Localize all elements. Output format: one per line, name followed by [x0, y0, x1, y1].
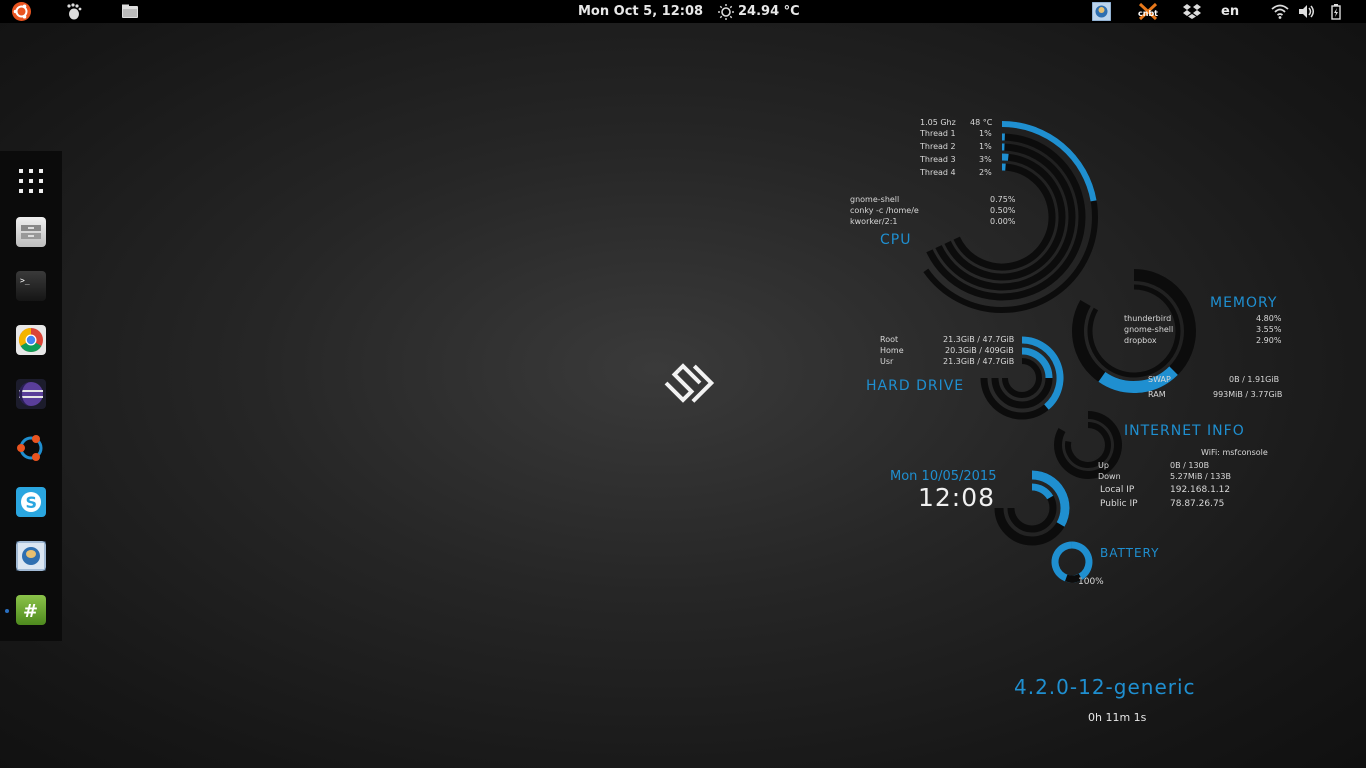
- cpu-process-1-name: gnome-shell: [850, 195, 900, 204]
- net-up-label: Up: [1098, 461, 1109, 470]
- battery-icon[interactable]: [1327, 3, 1345, 20]
- gnome-foot-icon[interactable]: [65, 3, 83, 20]
- svg-text:>_: >_: [20, 276, 30, 285]
- cpu-thread-4-label: Thread 4: [920, 168, 956, 177]
- conky-rings: [923, 121, 1196, 583]
- volume-icon[interactable]: [1298, 3, 1316, 20]
- net-down-label: Down: [1098, 472, 1121, 481]
- conky-date: Mon 10/05/2015: [890, 469, 997, 484]
- dock: >_ S #: [0, 151, 62, 641]
- cpu-process-2-value: 0.50%: [990, 206, 1016, 215]
- cpu-thread-2-label: Thread 2: [920, 142, 956, 151]
- weather-temperature[interactable]: 24.94 °C: [738, 0, 800, 23]
- swap-value: 0B / 1.91GiB: [1229, 375, 1280, 384]
- cpu-thread-1-label: Thread 1: [920, 129, 956, 138]
- clock-ring-track: [994, 470, 1070, 546]
- net-ring-track: [1054, 411, 1122, 479]
- indicator-label: cnbt: [1138, 9, 1158, 18]
- folder-icon[interactable]: [121, 3, 139, 20]
- cpu-thread-2-value: 1%: [979, 142, 992, 151]
- internet-info-heading: INTERNET INFO: [1124, 423, 1245, 439]
- memory-process-1-value: 4.80%: [1256, 314, 1282, 323]
- drive-home-name: Home: [880, 346, 904, 355]
- thunderbird-icon[interactable]: [16, 541, 46, 571]
- clock-ring: [1031, 470, 1070, 527]
- clock-ring-2-track: [1007, 483, 1057, 533]
- cpu-thread-3-value: 3%: [979, 155, 992, 164]
- show-applications-icon[interactable]: [16, 166, 46, 196]
- cpu-thread-1-value: 1%: [979, 129, 992, 138]
- memory-process-1-name: thunderbird: [1124, 314, 1172, 323]
- top-panel: Mon Oct 5, 12:08 24.94 °C cnbt en: [0, 0, 1366, 23]
- ram-value: 993MiB / 3.77GiB: [1213, 390, 1283, 399]
- battery-ring: [1051, 541, 1093, 583]
- eclipse-icon[interactable]: [16, 379, 46, 409]
- hdd-ring-2: [1021, 347, 1053, 379]
- drive-usr-name: Usr: [880, 357, 894, 366]
- net-up-value: 0B / 130B: [1170, 461, 1210, 470]
- keyboard-language[interactable]: en: [1221, 0, 1239, 23]
- public-ip-value: 78.87.26.75: [1170, 499, 1225, 509]
- memory-process-2-name: gnome-shell: [1124, 325, 1174, 334]
- hexchat-icon[interactable]: #: [16, 595, 46, 625]
- cpu-frequency: 1.05 Ghz: [920, 118, 956, 127]
- local-ip-label: Local IP: [1100, 485, 1135, 495]
- hdd-ring-3-track: [1002, 358, 1042, 398]
- ubuntu-logo-icon[interactable]: [12, 2, 31, 21]
- desktop-logo-icon: [664, 363, 715, 403]
- clock-ring-2: [1031, 483, 1054, 500]
- battery-heading: BATTERY: [1100, 546, 1160, 560]
- net-down-value: 5.27MiB / 133B: [1170, 472, 1231, 481]
- battery-percent: 100%: [1078, 577, 1104, 587]
- weather-sun-icon[interactable]: [717, 3, 735, 20]
- local-ip-value: 192.168.1.12: [1170, 485, 1231, 495]
- cpu-process-2-name: conky -c /home/e: [850, 206, 919, 215]
- swap-label: SWAP: [1148, 375, 1171, 384]
- svg-text:#: #: [23, 601, 38, 622]
- running-indicator: [5, 609, 9, 613]
- ubuntu-software-icon[interactable]: [16, 433, 46, 463]
- cpu-thread-3-label: Thread 3: [920, 155, 956, 164]
- drive-root-name: Root: [880, 335, 899, 344]
- memory-process-2-value: 3.55%: [1256, 325, 1282, 334]
- conky-time: 12:08: [918, 483, 996, 512]
- cpu-thread-4-value: 2%: [979, 168, 992, 177]
- files-icon[interactable]: [16, 217, 46, 247]
- memory-process-3-name: dropbox: [1124, 336, 1157, 345]
- dropbox-icon[interactable]: [1183, 3, 1201, 20]
- kernel-version: 4.2.0-12-generic: [1014, 675, 1196, 699]
- thunderbird-tray-icon[interactable]: [1092, 2, 1111, 21]
- drive-root-value: 21.3GiB / 47.7GiB: [943, 335, 1015, 344]
- chrome-icon[interactable]: [16, 325, 46, 355]
- cpu-process-3-value: 0.00%: [990, 217, 1016, 226]
- wifi-icon[interactable]: [1271, 3, 1289, 20]
- cpu-ring-load: [1001, 121, 1097, 202]
- svg-text:S: S: [26, 493, 38, 512]
- public-ip-label: Public IP: [1100, 499, 1138, 509]
- hard-drive-heading: HARD DRIVE: [866, 378, 965, 394]
- drive-home-value: 20.3GiB / 409GiB: [945, 346, 1014, 355]
- hdd-ring-used: [1021, 336, 1064, 410]
- cpu-temperature: 48 °C: [970, 118, 993, 127]
- cpu-process-1-value: 0.75%: [990, 195, 1016, 204]
- uptime: 0h 11m 1s: [1088, 711, 1147, 724]
- memory-process-3-value: 2.90%: [1256, 336, 1282, 345]
- clock-datetime[interactable]: Mon Oct 5, 12:08: [578, 0, 703, 23]
- wifi-ssid: WiFi: msfconsole: [1201, 448, 1268, 457]
- terminal-icon[interactable]: >_: [16, 271, 46, 301]
- drive-usr-value: 21.3GiB / 47.7GiB: [943, 357, 1015, 366]
- ram-label: RAM: [1148, 390, 1166, 399]
- cpu-heading: CPU: [880, 232, 912, 248]
- cpu-process-3-name: kworker/2:1: [850, 217, 898, 226]
- skype-icon[interactable]: S: [16, 487, 46, 517]
- memory-heading: MEMORY: [1210, 295, 1278, 311]
- net-ring-inner: [1065, 422, 1111, 468]
